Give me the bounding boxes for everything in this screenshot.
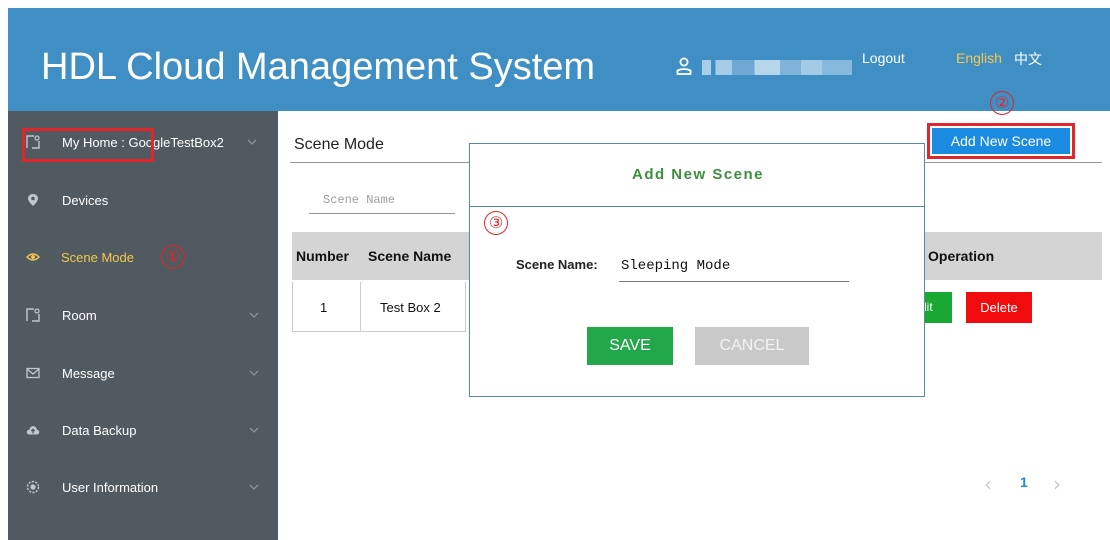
pagination-page-1[interactable]: 1 — [1020, 474, 1028, 490]
language-english-link[interactable]: English — [956, 50, 1002, 66]
scene-name-search-input[interactable] — [309, 186, 455, 214]
add-scene-dialog: Add New Scene ③ Scene Name: SAVE CANCEL — [469, 143, 925, 397]
scene-name-field[interactable] — [619, 250, 849, 282]
username-redacted — [702, 60, 852, 75]
table-row: 1 Test Box 2 — [292, 282, 466, 332]
sidebar-item-label: User Information — [62, 480, 159, 495]
sidebar-item-user-information[interactable]: User Information — [8, 473, 278, 503]
chevron-down-icon — [249, 370, 259, 376]
sidebar-item-scene-mode[interactable]: Scene Mode — [8, 243, 278, 273]
eye-icon — [26, 253, 40, 261]
app-title: HDL Cloud Management System — [41, 46, 596, 88]
sidebar-item-label: Message — [62, 366, 115, 381]
user-icon — [676, 57, 692, 75]
annotation-step-3: ③ — [484, 211, 508, 235]
column-header-operation: Operation — [928, 248, 995, 264]
pagination-prev-button[interactable]: ‹ — [984, 472, 992, 496]
page-title: Scene Mode — [294, 136, 384, 153]
annotation-step-2: ② — [990, 91, 1014, 115]
cloud-upload-icon — [26, 426, 40, 435]
sidebar-item-label: Room — [62, 308, 97, 323]
column-header-scene-name: Scene Name — [368, 248, 452, 264]
logout-link[interactable]: Logout — [862, 50, 905, 66]
save-button[interactable]: SAVE — [587, 327, 673, 365]
language-chinese-link[interactable]: 中文 — [1014, 49, 1042, 69]
sidebar-item-message[interactable]: Message — [8, 359, 278, 389]
cell-number: 1 — [320, 300, 328, 315]
cancel-button[interactable]: CANCEL — [695, 327, 809, 365]
chevron-down-icon — [249, 427, 259, 433]
envelope-icon — [26, 367, 40, 379]
delete-button[interactable]: Delete — [966, 292, 1032, 323]
location-pin-icon — [28, 194, 38, 206]
annotation-step-1: ① — [161, 245, 185, 269]
pagination-next-button[interactable]: › — [1053, 472, 1061, 496]
annotation-highlight-scene-mode — [22, 128, 154, 162]
sidebar-item-label: Devices — [62, 193, 109, 208]
add-new-scene-button[interactable]: Add New Scene — [932, 128, 1070, 154]
chevron-down-icon — [247, 139, 257, 145]
column-header-number: Number — [296, 248, 349, 264]
app-header: HDL Cloud Management System — [8, 8, 1110, 111]
dialog-title: Add New Scene — [631, 166, 765, 183]
dialog-divider — [470, 206, 924, 207]
cell-divider — [360, 282, 361, 332]
sidebar-item-label: Scene Mode — [61, 250, 134, 265]
sidebar-item-label: Data Backup — [62, 423, 137, 438]
user-settings-icon — [26, 480, 40, 494]
sidebar: My Home : GoogleTestBox2 Devices Scene M… — [8, 111, 278, 540]
sidebar-item-room[interactable]: Room — [8, 301, 278, 331]
chevron-down-icon — [249, 312, 259, 318]
sidebar-item-devices[interactable]: Devices — [8, 186, 278, 216]
chevron-down-icon — [249, 484, 259, 490]
room-icon — [26, 308, 40, 322]
cell-scene-name: Test Box 2 — [380, 300, 441, 315]
scene-name-label: Scene Name: — [516, 257, 598, 272]
sidebar-item-data-backup[interactable]: Data Backup — [8, 416, 278, 446]
